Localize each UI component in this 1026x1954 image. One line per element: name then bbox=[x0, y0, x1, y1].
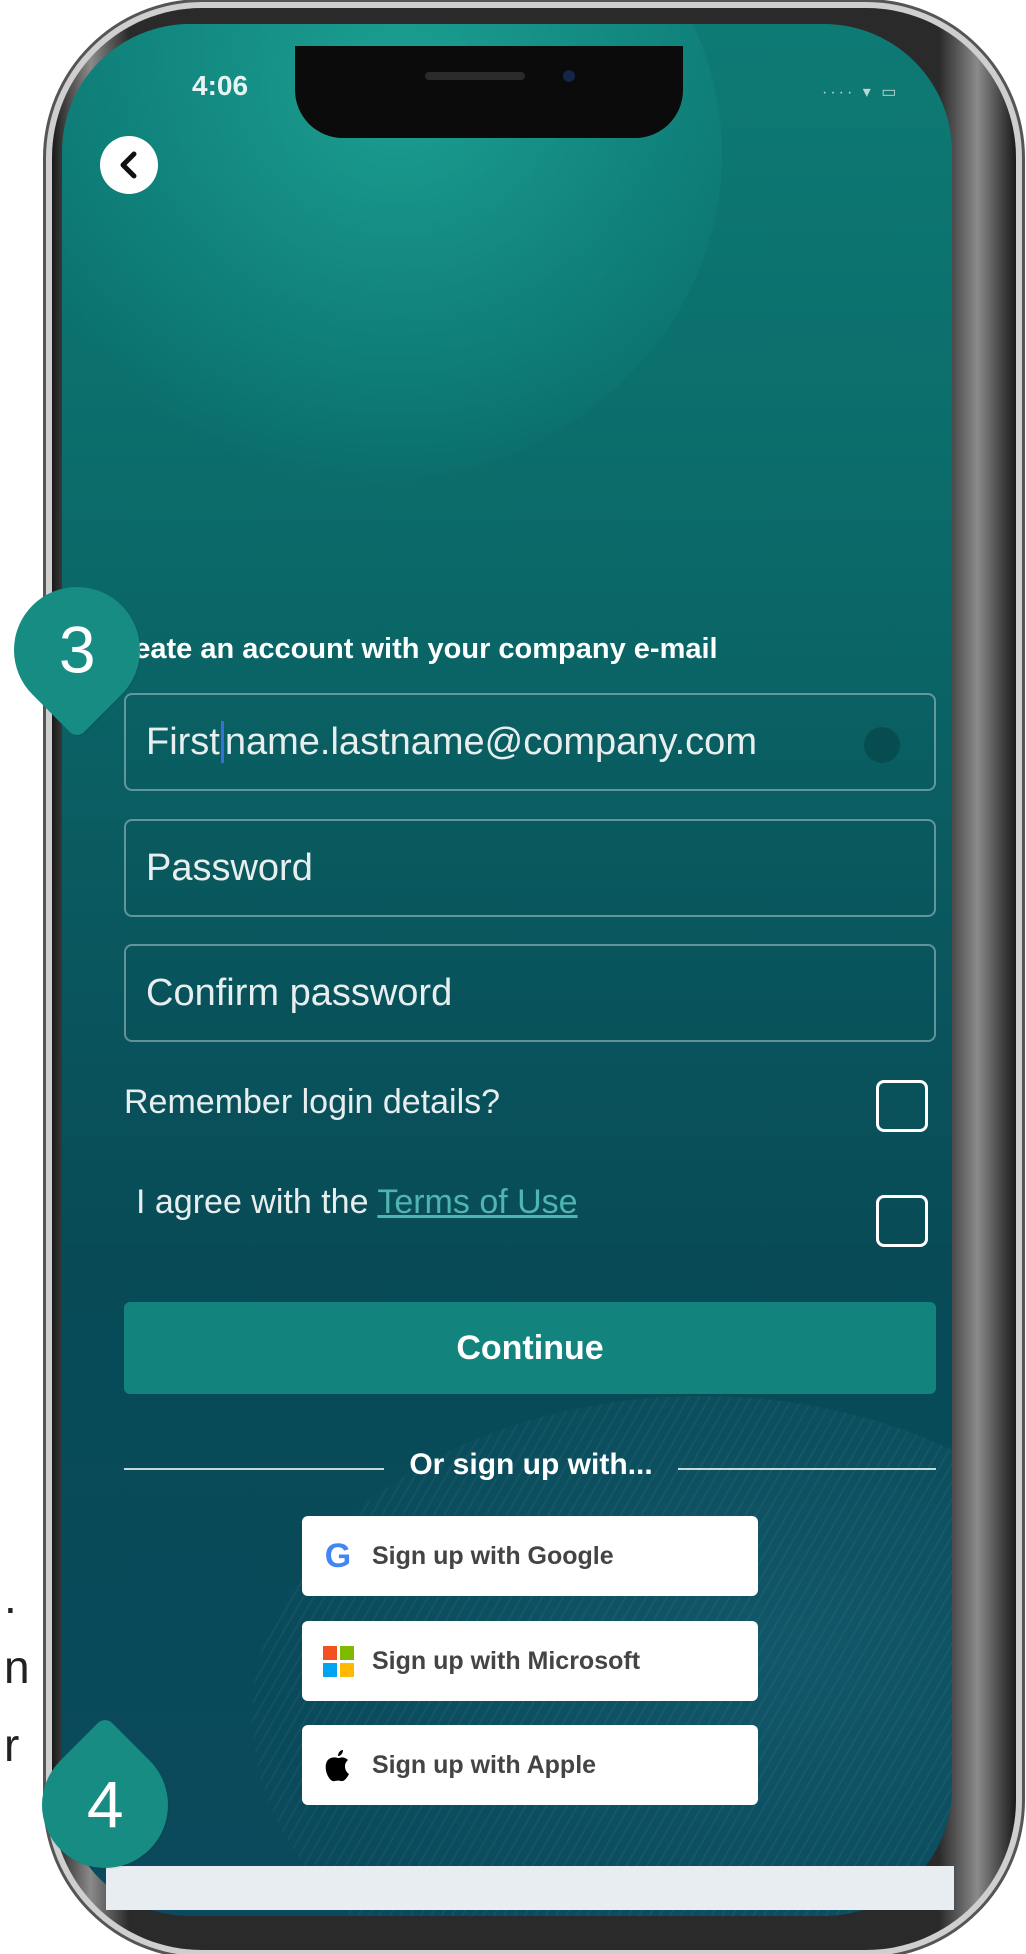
continue-button[interactable]: Continue bbox=[124, 1302, 936, 1394]
status-time: 4:06 bbox=[192, 70, 249, 101]
google-icon: G bbox=[324, 1536, 352, 1575]
step-3-number: 3 bbox=[58, 613, 96, 687]
divider-line-right bbox=[678, 1468, 936, 1470]
apple-icon bbox=[320, 1747, 356, 1783]
email-value-end: name.lastname@company.com bbox=[224, 720, 757, 763]
margin-text-fragment: . bbox=[4, 1571, 17, 1623]
apple-signup-button[interactable]: Sign up with Apple bbox=[302, 1725, 758, 1805]
remember-login-checkbox[interactable] bbox=[876, 1080, 928, 1132]
chevron-left-icon bbox=[120, 151, 137, 179]
status-indicators: ···· ▾ ▭ bbox=[822, 84, 900, 101]
microsoft-signup-label: Sign up with Microsoft bbox=[372, 1646, 641, 1675]
bottom-bar bbox=[106, 1866, 954, 1910]
email-value-start: First bbox=[146, 720, 220, 763]
confirm-password-field[interactable]: Confirm password bbox=[124, 944, 936, 1042]
margin-text-fragment: n bbox=[4, 1641, 30, 1693]
remember-login-label: Remember login details? bbox=[124, 1083, 501, 1121]
password-placeholder: Password bbox=[146, 846, 313, 889]
microsoft-signup-button[interactable]: Sign up with Microsoft bbox=[302, 1621, 758, 1701]
clear-icon[interactable] bbox=[864, 727, 900, 763]
microsoft-icon bbox=[320, 1643, 356, 1679]
step-4-number: 4 bbox=[86, 1768, 124, 1842]
agree-text: I agree with the bbox=[136, 1183, 378, 1221]
form-heading: Create an account with your company e-ma… bbox=[102, 633, 718, 665]
text-cursor bbox=[220, 721, 224, 763]
email-field[interactable]: First name.lastname@company.com bbox=[124, 693, 936, 791]
phone-notch bbox=[295, 46, 683, 138]
margin-text-fragment: r bbox=[4, 1719, 20, 1771]
google-signup-label: Sign up with Google bbox=[372, 1541, 614, 1570]
apple-signup-label: Sign up with Apple bbox=[372, 1750, 597, 1779]
back-button[interactable] bbox=[100, 136, 158, 194]
speaker-grille bbox=[425, 72, 525, 80]
agree-terms-checkbox[interactable] bbox=[876, 1195, 928, 1247]
confirm-password-placeholder: Confirm password bbox=[146, 971, 453, 1014]
divider-line-left bbox=[124, 1468, 384, 1470]
agree-terms-label: I agree with the Terms of Use bbox=[136, 1183, 578, 1222]
password-field[interactable]: Password bbox=[124, 819, 936, 917]
divider-text: Or sign up with... bbox=[409, 1448, 653, 1481]
terms-of-use-link[interactable]: Terms of Use bbox=[377, 1183, 577, 1221]
camera-icon bbox=[559, 66, 579, 86]
google-signup-button[interactable]: G Sign up with Google bbox=[302, 1516, 758, 1596]
